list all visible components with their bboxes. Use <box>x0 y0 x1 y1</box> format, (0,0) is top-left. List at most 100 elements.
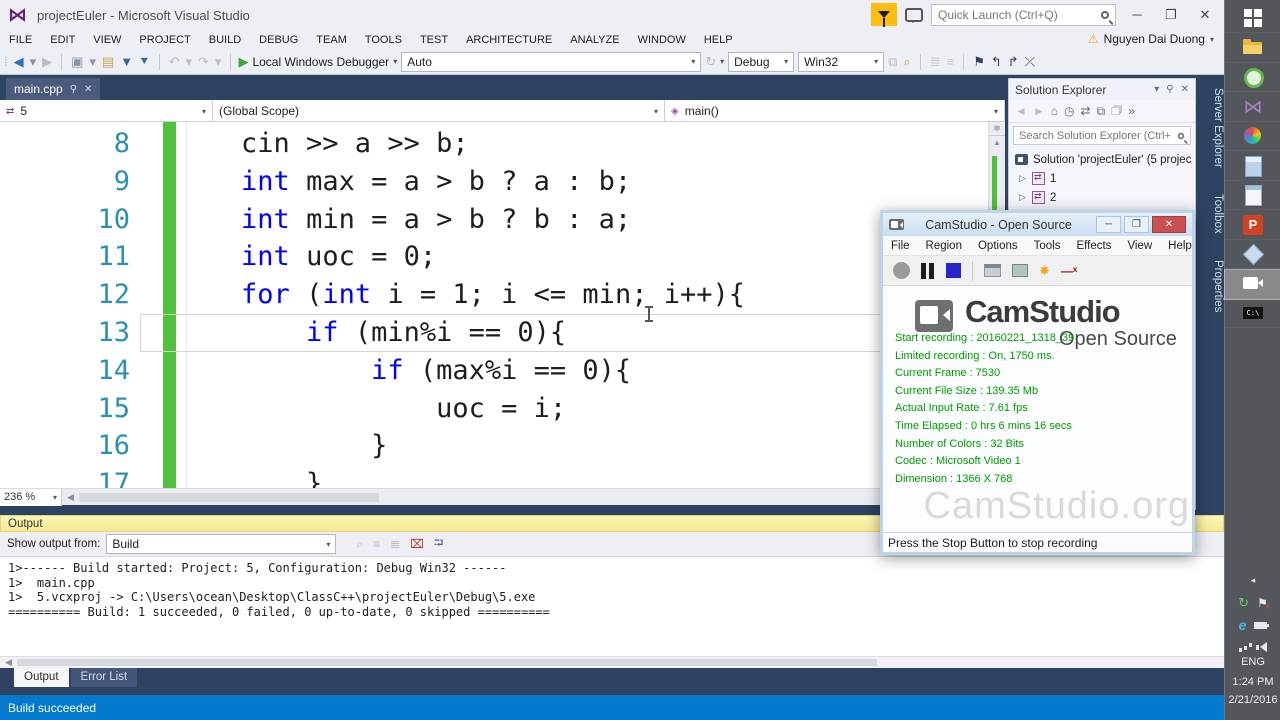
camstudio-menu-tools[interactable]: Tools <box>1034 240 1061 252</box>
feedback-filter-button[interactable] <box>871 3 897 27</box>
effects-sun-icon[interactable]: ✸ <box>1039 263 1050 279</box>
chevron-down-icon[interactable]: ▾ <box>1154 84 1159 95</box>
feedback-comment-button[interactable] <box>905 7 923 23</box>
code-line-17[interactable]: 17 } <box>0 465 988 488</box>
pin-icon[interactable]: ⚲ <box>1166 84 1173 95</box>
se-forward-icon[interactable]: ► <box>1033 104 1045 118</box>
attach-process-icon[interactable]: ⧉ <box>888 55 897 68</box>
camstudio-titlebar[interactable]: CamStudio - Open Source ─ ❐ ✕ <box>883 213 1192 236</box>
se-collapse-all-icon[interactable]: ⧉ <box>1097 104 1106 119</box>
se-home-icon[interactable]: ⌂ <box>1051 104 1058 118</box>
internet-explorer-tray-icon[interactable]: e <box>1239 617 1247 633</box>
video-annotation-icon[interactable] <box>1012 264 1028 277</box>
camstudio-menu-file[interactable]: File <box>891 240 910 252</box>
battery-icon[interactable] <box>1254 621 1270 629</box>
code-line-12[interactable]: 12 for (int i = 1; i <= min; i++){ <box>0 276 988 314</box>
dropdown-icon[interactable]: ▾ <box>215 55 222 68</box>
code-line-16[interactable]: 16 } <box>0 427 988 465</box>
dropdown-icon[interactable]: ▾ <box>185 55 192 68</box>
expand-arrow-icon[interactable]: ▷ <box>1019 173 1027 184</box>
start-debug-icon[interactable]: ▶ <box>238 55 248 68</box>
tab-main-cpp[interactable]: main.cpp ⚲ ✕ <box>6 78 101 100</box>
notes-icon-cell[interactable] <box>1225 181 1280 210</box>
project-dropdown[interactable]: ⇄ 5 ▾ <box>0 100 213 122</box>
prev-bookmark-icon[interactable]: ↰ <box>991 55 1002 68</box>
clock-time[interactable]: 1:24 PM <box>1225 676 1280 688</box>
close-tab-icon[interactable]: ✕ <box>84 84 92 95</box>
code-line-8[interactable]: 8 cin >> a >> b; <box>0 125 988 163</box>
quick-launch-input[interactable]: Quick Launch (Ctrl+Q) <box>931 3 1116 26</box>
screen-annotation-icon[interactable]: —ˣ <box>1061 264 1077 278</box>
menu-item-file[interactable]: FILE <box>0 34 41 46</box>
camstudio-menu-options[interactable]: Options <box>978 240 1018 252</box>
configuration-combo[interactable]: Debug ▾ <box>728 51 795 72</box>
camstudio-icon-cell[interactable] <box>1224 268 1280 300</box>
toolbar-grip-icon[interactable]: ⁞ <box>4 55 8 68</box>
redo-icon[interactable]: ↷ <box>198 55 209 68</box>
scrollbar-thumb[interactable] <box>78 492 379 502</box>
code-editor[interactable]: 8 cin >> a >> b; 9 int max = a > b ? a : … <box>0 122 988 488</box>
menu-item-project[interactable]: PROJECT <box>130 34 199 46</box>
menu-item-analyze[interactable]: ANALYZE <box>561 34 628 46</box>
code-line-14[interactable]: 14 if (max%i == 0){ <box>0 352 988 390</box>
clock-date[interactable]: 2/21/2016 <box>1225 694 1280 706</box>
record-button[interactable] <box>893 262 910 279</box>
code-line-13[interactable]: 13 if (min%i == 0){ <box>0 314 988 352</box>
scope-dropdown[interactable]: (Global Scope) ▾ <box>213 100 665 122</box>
nav-back-icon[interactable]: ◀ <box>14 55 24 68</box>
restore-button[interactable]: ❐ <box>1158 7 1184 23</box>
menu-item-test[interactable]: TEST <box>411 34 457 46</box>
cmd-icon-cell[interactable]: C:\ <box>1225 299 1280 328</box>
bottom-tab-output[interactable]: Output <box>14 668 69 687</box>
chevron-down-icon[interactable]: ▾ <box>393 57 397 66</box>
se-back-icon[interactable]: ◄ <box>1015 104 1027 118</box>
se-refresh-icon[interactable]: ⇄ <box>1081 104 1091 118</box>
undo-icon[interactable]: ↶ <box>169 55 180 68</box>
language-indicator[interactable]: ENG <box>1225 656 1280 668</box>
paint-icon-cell[interactable] <box>1225 122 1280 151</box>
side-tab-server-explorer[interactable]: Server Explorer <box>1196 78 1224 178</box>
dropdown-icon[interactable]: ▾ <box>89 55 96 68</box>
code-line-11[interactable]: 11 int uoc = 0; <box>0 238 988 276</box>
action-center-flag-icon[interactable]: ⚑ <box>1257 596 1270 611</box>
menu-item-build[interactable]: BUILD <box>200 34 250 46</box>
menu-item-view[interactable]: VIEW <box>84 34 130 46</box>
scrollbar-thumb[interactable] <box>16 659 877 666</box>
volume-icon[interactable] <box>1256 642 1267 652</box>
scroll-up-icon[interactable]: ▲ <box>989 136 1005 150</box>
out-find-icon[interactable]: ⌕ <box>356 537 363 552</box>
sync-tray-icon[interactable]: ↻ <box>1238 595 1249 611</box>
side-tab-properties[interactable]: Properties <box>1196 249 1224 322</box>
out-next-icon[interactable]: ≣ <box>390 537 400 551</box>
menu-item-help[interactable]: HELP <box>695 34 742 46</box>
editor-horizontal-scrollbar[interactable]: 236 % ▾ ◀ <box>0 488 1005 506</box>
out-prev-icon[interactable]: ≡ <box>373 537 380 551</box>
start-icon-cell[interactable] <box>1225 4 1280 33</box>
solution-explorer-search-input[interactable]: Search Solution Explorer (Ctrl+ <box>1013 126 1191 145</box>
menu-item-team[interactable]: TEAM <box>307 34 356 46</box>
calculator-icon-cell[interactable] <box>1225 152 1280 181</box>
se-pending-icon[interactable]: ◷ <box>1064 104 1074 118</box>
minimize-button[interactable]: ─ <box>1096 216 1121 233</box>
platform-combo[interactable]: Win32 ▾ <box>798 51 885 72</box>
blend-icon-cell[interactable] <box>1225 240 1280 269</box>
visual-studio-icon-cell[interactable]: ⋈ <box>1225 93 1280 122</box>
output-source-combo[interactable]: Build ▾ <box>106 534 337 554</box>
se-overflow-icon[interactable]: » <box>1128 104 1135 118</box>
code-line-9[interactable]: 9 int max = a > b ? a : b; <box>0 163 988 201</box>
comment-icon[interactable]: ≣ <box>930 55 941 68</box>
project-row-2[interactable]: ▷2 <box>1009 188 1195 207</box>
close-button[interactable]: ✕ <box>1152 216 1186 233</box>
out-clear-icon[interactable]: ⌧ <box>410 537 424 551</box>
minimize-button[interactable]: ─ <box>1124 7 1150 22</box>
pause-button[interactable] <box>921 262 935 279</box>
menu-item-architecture[interactable]: ARCHITECTURE <box>457 34 561 46</box>
camstudio-menu-help[interactable]: Help <box>1168 240 1192 252</box>
add-item-icon[interactable]: ▤ <box>102 55 114 68</box>
member-dropdown[interactable]: ◈ main() ▾ <box>665 100 1005 122</box>
code-line-15[interactable]: 15 uoc = i; <box>0 390 988 428</box>
bookmark-icon[interactable]: ⚑ <box>973 55 985 68</box>
uncomment-icon[interactable]: ≡ <box>947 55 955 68</box>
save-all-icon[interactable]: ⯆ <box>139 55 149 68</box>
camstudio-menu-effects[interactable]: Effects <box>1076 240 1111 252</box>
